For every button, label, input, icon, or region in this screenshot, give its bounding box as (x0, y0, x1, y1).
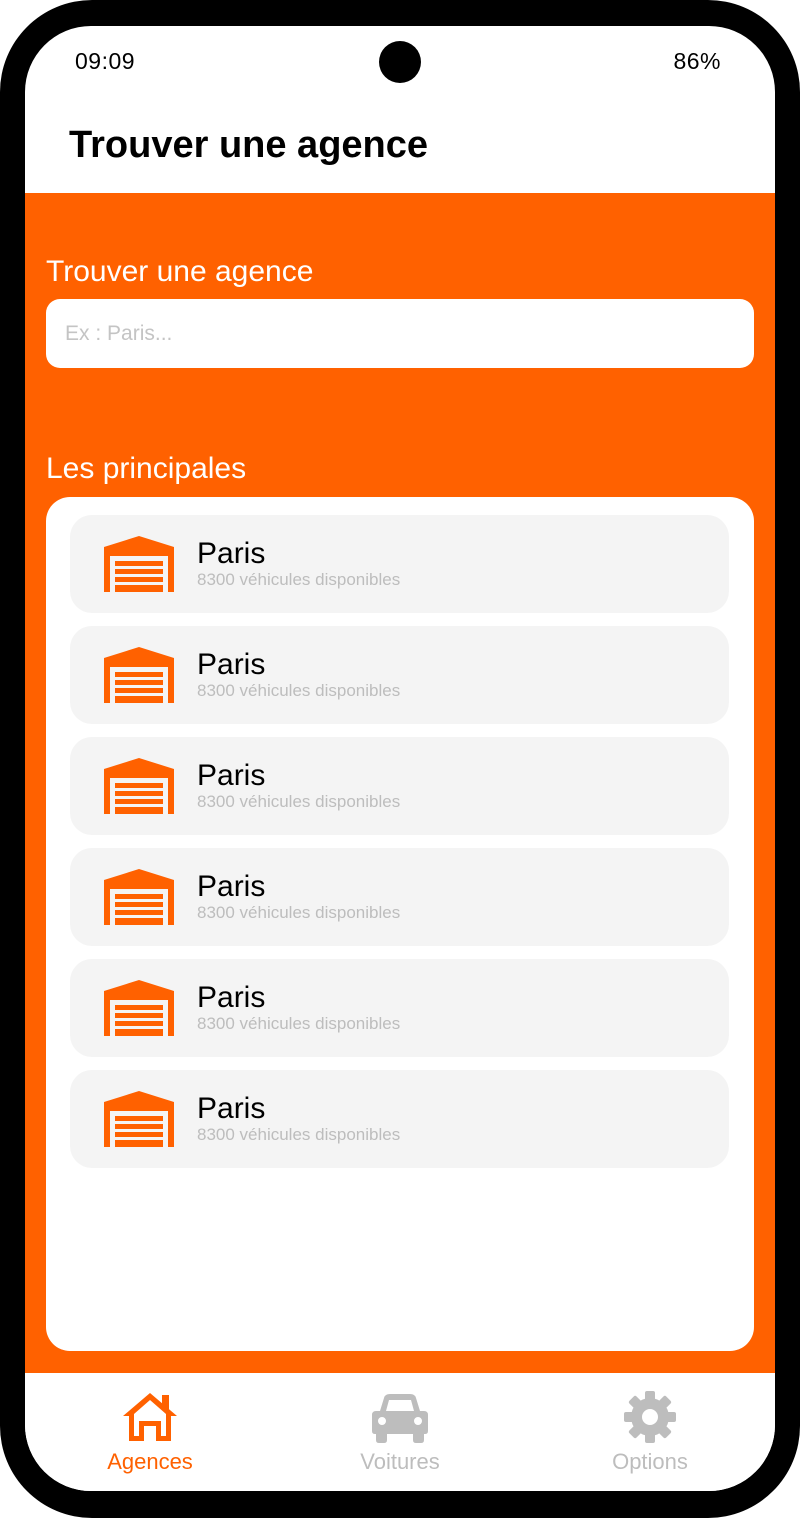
home-icon (123, 1393, 177, 1441)
agency-name: Paris (197, 537, 266, 570)
agency-vehicle-count: 8300 véhicules disponibles (197, 1125, 401, 1144)
agency-vehicle-count: 8300 véhicules disponibles (197, 570, 401, 589)
agency-name: Paris (197, 648, 266, 681)
agency-vehicle-count: 8300 véhicules disponibles (197, 903, 401, 922)
garage-icon (104, 1091, 174, 1147)
agency-vehicle-count: 8300 véhicules disponibles (197, 1014, 401, 1033)
section-label: Les principales (46, 452, 247, 485)
gear-icon (624, 1391, 676, 1443)
search-label: Trouver une agence (46, 255, 314, 288)
agency-list-panel: Paris 8300 véhicules disponibles Paris 830… (46, 497, 754, 1351)
garage-icon (104, 647, 174, 703)
agency-card[interactable]: Paris 8300 véhicules disponibles (70, 1070, 729, 1168)
main-content: Trouver une agence Les principales Paris… (25, 193, 775, 1373)
nav-item-agences[interactable]: Agences (25, 1373, 275, 1491)
nav-item-options[interactable]: Options (525, 1373, 775, 1491)
agency-card[interactable]: Paris 8300 véhicules disponibles (70, 626, 729, 724)
agency-name: Paris (197, 870, 266, 903)
nav-item-voitures[interactable]: Voitures (275, 1373, 525, 1491)
screen: 09:09 86% Trouver une agence Trouver une… (25, 26, 775, 1491)
status-bar: 09:09 86% (25, 26, 775, 100)
status-battery: 86% (673, 48, 721, 74)
garage-icon (104, 758, 174, 814)
agency-name: Paris (197, 981, 266, 1014)
nav-label: Options (612, 1449, 688, 1474)
bottom-nav: Agences Voitures Options (25, 1373, 775, 1491)
search-input[interactable] (46, 299, 754, 368)
garage-icon (104, 536, 174, 592)
nav-label: Voitures (360, 1449, 440, 1474)
agency-vehicle-count: 8300 véhicules disponibles (197, 681, 401, 700)
garage-icon (104, 980, 174, 1036)
agency-name: Paris (197, 1092, 266, 1125)
phone-frame: 09:09 86% Trouver une agence Trouver une… (0, 0, 800, 1518)
agency-card[interactable]: Paris 8300 véhicules disponibles (70, 848, 729, 946)
garage-icon (104, 869, 174, 925)
agency-card[interactable]: Paris 8300 véhicules disponibles (70, 737, 729, 835)
nav-label: Agences (107, 1449, 193, 1474)
agency-card[interactable]: Paris 8300 véhicules disponibles (70, 959, 729, 1057)
page-title: Trouver une agence (69, 124, 429, 166)
front-camera (379, 41, 421, 83)
agency-list: Paris 8300 véhicules disponibles Paris 830… (70, 515, 729, 1181)
car-icon (372, 1394, 428, 1443)
agency-name: Paris (197, 759, 266, 792)
agency-vehicle-count: 8300 véhicules disponibles (197, 792, 401, 811)
agency-card[interactable]: Paris 8300 véhicules disponibles (70, 515, 729, 613)
status-time: 09:09 (75, 48, 136, 74)
